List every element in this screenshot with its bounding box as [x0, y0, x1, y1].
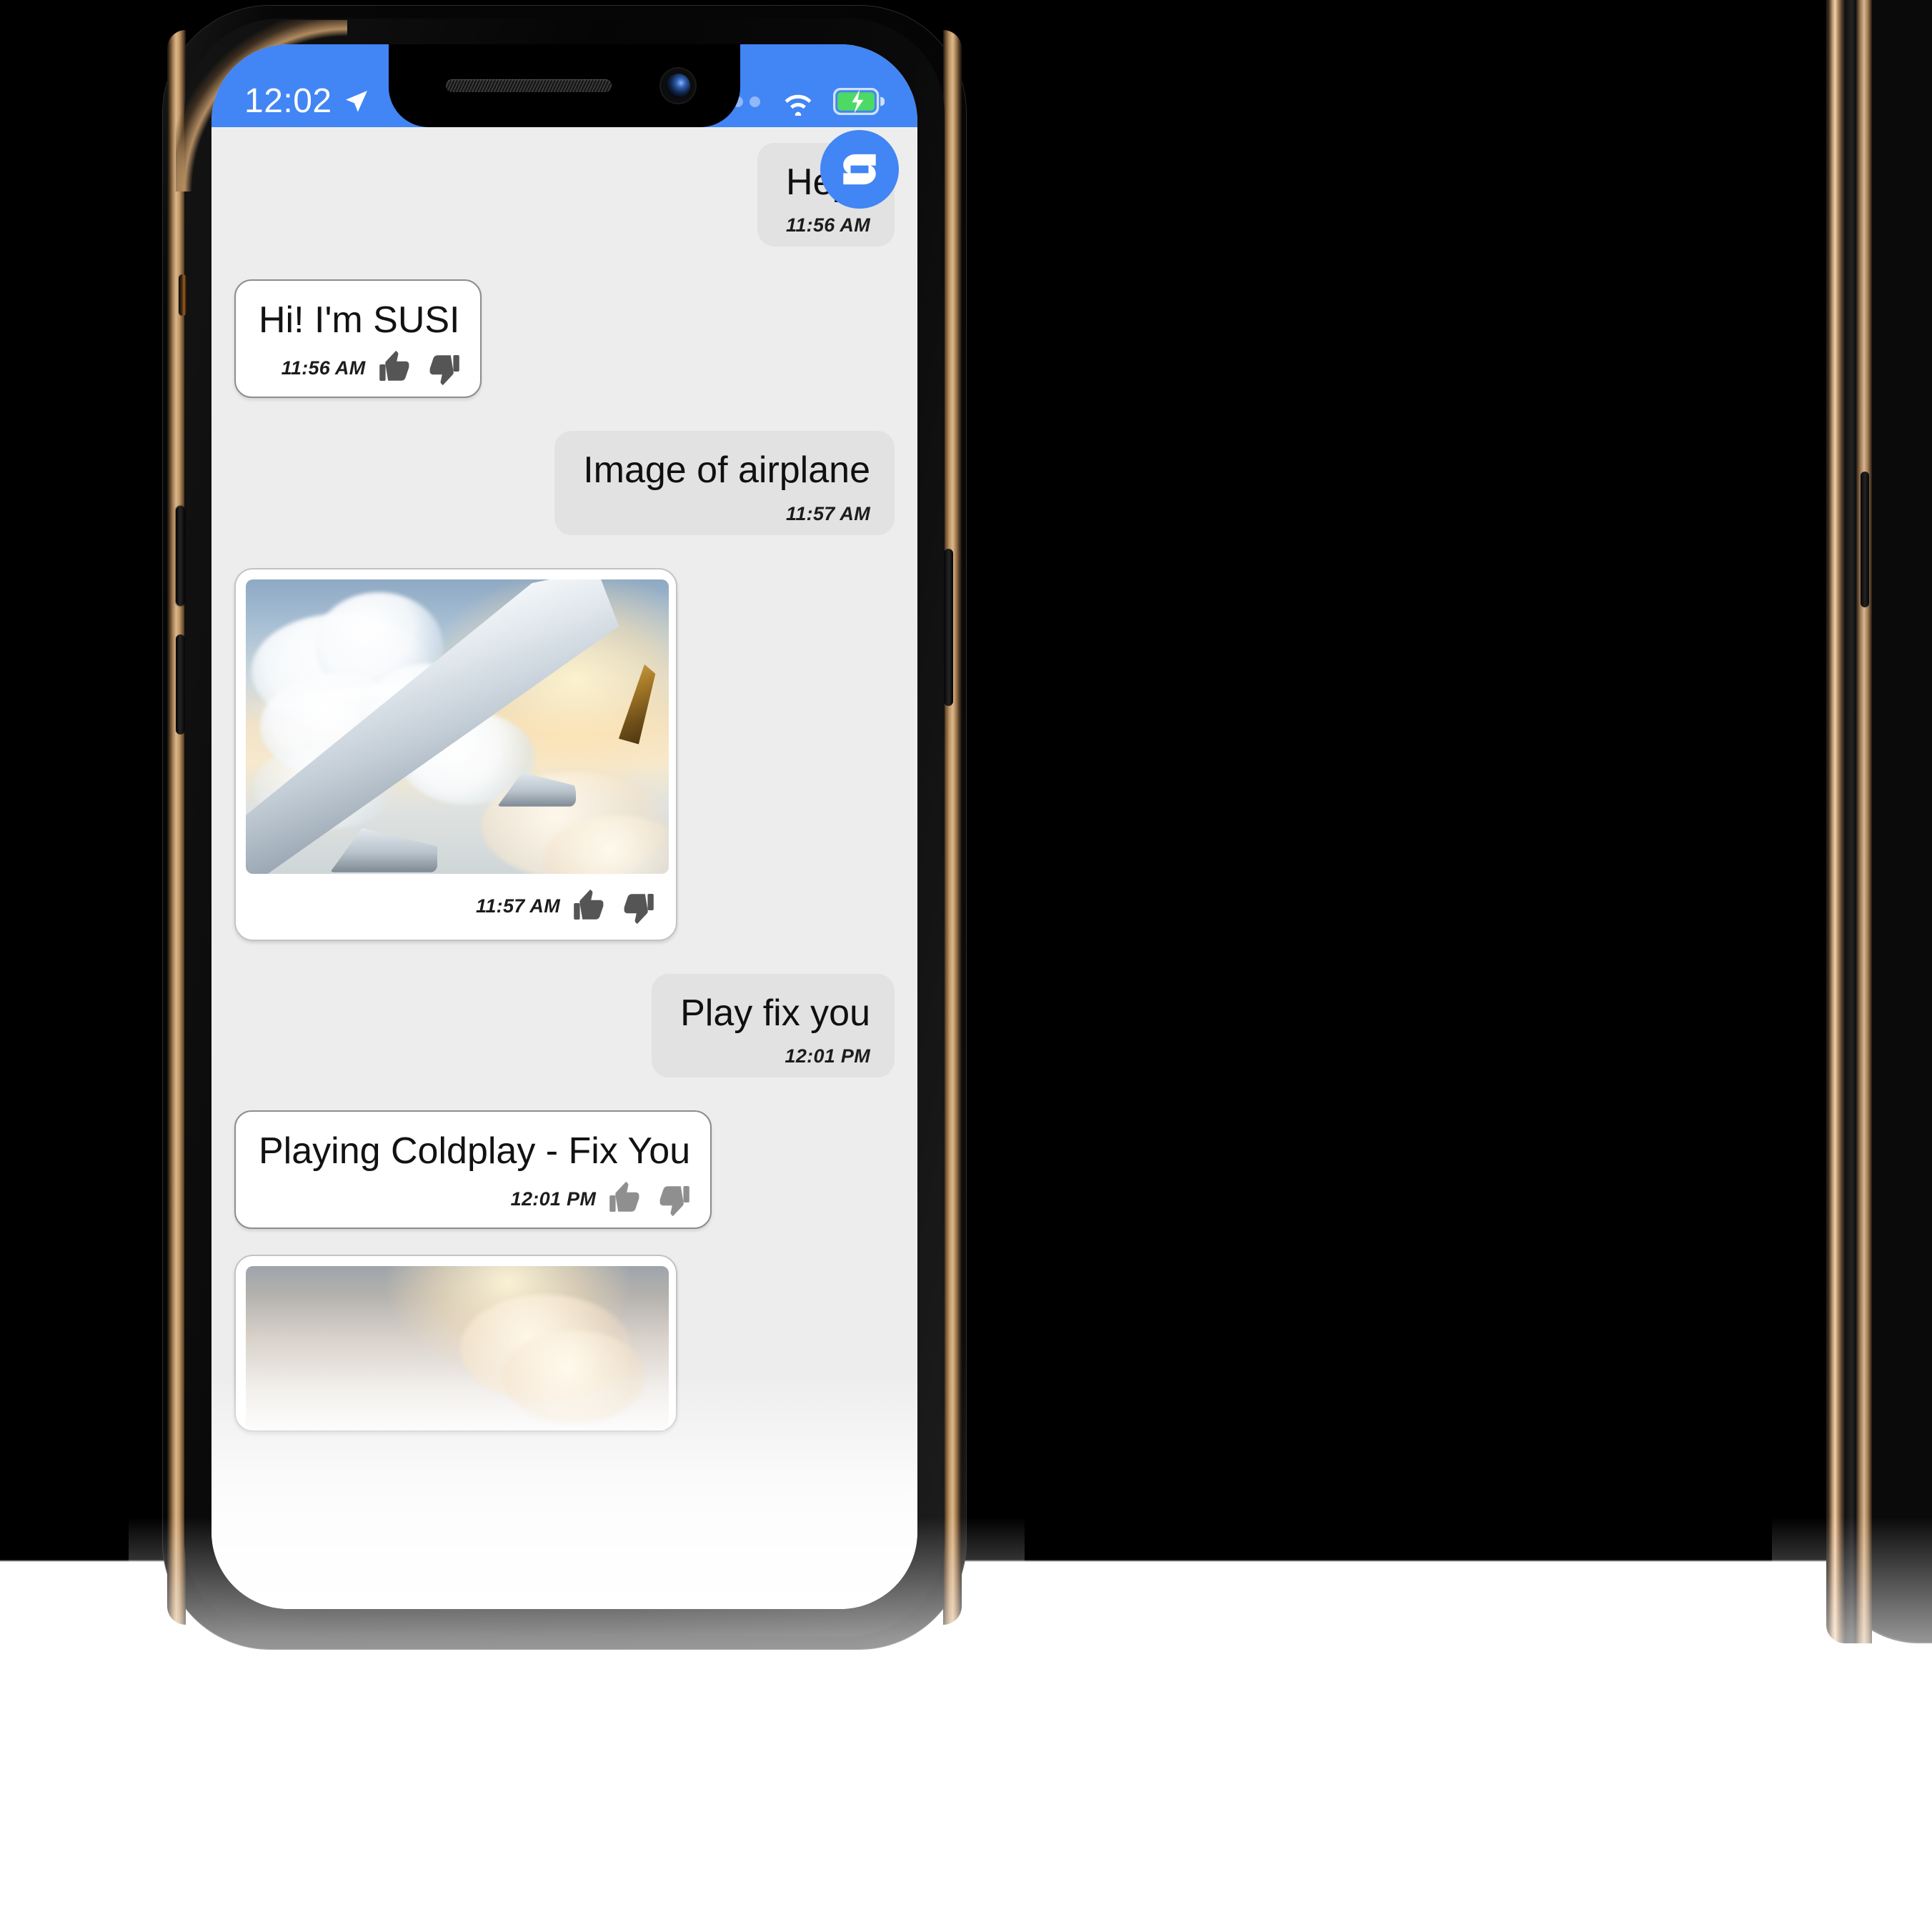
- message-text: Hi! I'm SUSI: [259, 299, 460, 342]
- phone-gold-rail: [1826, 0, 1845, 1643]
- secondary-phone-frame: [1826, 0, 1932, 1643]
- message-meta: 11:56 AM: [786, 214, 870, 236]
- message-bubble-airplane-image-partial[interactable]: [234, 1255, 677, 1433]
- volume-up-button[interactable]: [176, 506, 185, 606]
- status-bar-left: 12:02: [244, 84, 371, 119]
- phone-gold-rail-inner: [1856, 0, 1872, 1643]
- message-row-susi: Playing Coldplay - Fix You 12:01 PM: [227, 1110, 902, 1230]
- thumbs-up-icon[interactable]: [609, 1182, 646, 1216]
- message-meta: 11:57 AM: [583, 503, 870, 525]
- thumbs-up-icon[interactable]: [573, 889, 610, 924]
- message-row-user: Play fix you 12:01 PM: [227, 973, 902, 1077]
- message-bubble-airplane-image[interactable]: 11:57 AM: [234, 567, 677, 941]
- message-row-user: Image of airplane 11:57 AM: [227, 431, 902, 535]
- message-row-susi: Hi! I'm SUSI 11:56 AM: [227, 279, 902, 399]
- thumbs-down-icon[interactable]: [617, 890, 654, 924]
- message-meta: 11:57 AM: [246, 874, 666, 940]
- volume-button[interactable]: [1861, 472, 1869, 607]
- message-meta: 11:56 AM: [259, 351, 460, 386]
- message-text: Play fix you: [680, 992, 870, 1034]
- message-meta: 12:01 PM: [259, 1182, 690, 1217]
- message-text: Image of airplane: [583, 449, 870, 492]
- message-row-user: Hey 11:56 AM: [227, 130, 902, 247]
- thumbs-down-icon[interactable]: [423, 351, 460, 386]
- power-button[interactable]: [944, 549, 953, 706]
- thumbs-down-icon[interactable]: [653, 1182, 690, 1217]
- phone-gold-rail-right: [943, 30, 962, 1625]
- message-timestamp: 11:57 AM: [786, 502, 870, 524]
- front-camera-icon: [666, 74, 690, 98]
- status-bar-clock: 12:02: [244, 82, 332, 120]
- rating-controls[interactable]: [609, 1182, 690, 1217]
- phone-gold-rail-left: [167, 30, 186, 1625]
- phone-frame: 12:02 Hey 11:56 AM Hi! I'm SUSI 11:56 AM…: [163, 6, 966, 1649]
- volume-down-button[interactable]: [176, 634, 185, 735]
- message-bubble-image-of-airplane[interactable]: Image of airplane 11:57 AM: [554, 431, 895, 535]
- message-timestamp: 12:01 PM: [785, 1045, 870, 1067]
- susi-logo-icon: [820, 130, 899, 209]
- airplane-photo[interactable]: [246, 579, 669, 874]
- location-arrow-icon: [345, 91, 367, 112]
- speaker-grille-icon: [446, 79, 612, 92]
- phone-bezel: [1845, 0, 1856, 1643]
- battery-charging-icon: [833, 88, 885, 115]
- silent-switch-button[interactable]: [179, 274, 186, 316]
- rating-controls[interactable]: [573, 889, 654, 924]
- message-bubble-hey[interactable]: Hey 11:56 AM: [757, 130, 899, 247]
- thumbs-up-icon[interactable]: [379, 351, 416, 385]
- message-bubble-hi-im-susi[interactable]: Hi! I'm SUSI 11:56 AM: [234, 279, 482, 399]
- message-bubble-play-fix-you[interactable]: Play fix you 12:01 PM: [652, 973, 895, 1077]
- rating-controls[interactable]: [379, 351, 460, 386]
- message-timestamp: 11:56 AM: [281, 357, 366, 379]
- phone-screen: 12:02 Hey 11:56 AM Hi! I'm SUSI 11:56 AM…: [211, 44, 917, 1609]
- message-bubble-playing-coldplay[interactable]: Playing Coldplay - Fix You 12:01 PM: [234, 1110, 712, 1230]
- message-row-susi: [227, 1255, 902, 1433]
- airplane-photo-partial[interactable]: [246, 1266, 669, 1431]
- chat-thread[interactable]: Hey 11:56 AM Hi! I'm SUSI 11:56 AM Image…: [211, 127, 917, 1609]
- message-text: Playing Coldplay - Fix You: [259, 1130, 691, 1172]
- message-timestamp: 11:57 AM: [476, 895, 560, 917]
- wifi-icon: [785, 94, 812, 116]
- message-timestamp: 11:56 AM: [786, 214, 870, 236]
- message-row-susi: 11:57 AM: [227, 567, 902, 941]
- notch: [389, 44, 740, 127]
- message-timestamp: 12:01 PM: [510, 1187, 597, 1210]
- message-meta: 12:01 PM: [680, 1045, 870, 1067]
